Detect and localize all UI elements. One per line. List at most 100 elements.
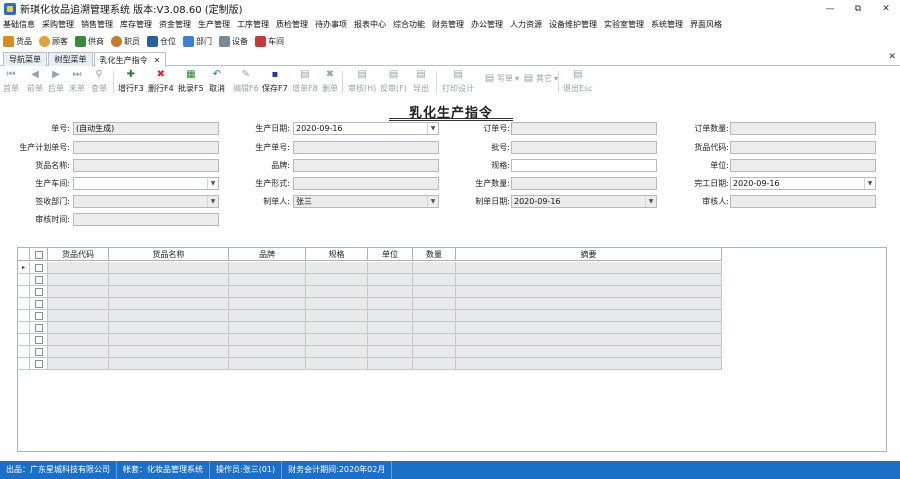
grid-cell[interactable] xyxy=(413,274,456,286)
grid-cell[interactable] xyxy=(368,358,413,370)
grid-cell[interactable] xyxy=(413,334,456,346)
row-checkbox[interactable] xyxy=(34,275,43,284)
print-dropdown[interactable]: ▤ 写单 ▾ xyxy=(484,73,519,84)
col-brand[interactable]: 品牌 xyxy=(229,248,306,261)
grid-cell[interactable] xyxy=(306,298,368,310)
grid-cell[interactable] xyxy=(109,322,229,334)
table-row[interactable] xyxy=(18,298,722,310)
menu-general[interactable]: 综合功能 xyxy=(393,19,425,30)
row-checkbox-cell[interactable] xyxy=(30,262,48,274)
grid-cell[interactable] xyxy=(306,334,368,346)
product-code-field[interactable] xyxy=(730,141,876,154)
grid-cell[interactable] xyxy=(368,334,413,346)
grid-cell[interactable] xyxy=(456,310,722,322)
row-checkbox[interactable] xyxy=(34,263,43,272)
grid-cell[interactable] xyxy=(413,322,456,334)
menu-theme[interactable]: 界面风格 xyxy=(690,19,722,30)
grid-cell[interactable] xyxy=(48,346,109,358)
grid-cell[interactable] xyxy=(229,334,306,346)
order-num-field[interactable] xyxy=(511,122,657,135)
batch-no-field[interactable] xyxy=(511,141,657,154)
grid-cell[interactable] xyxy=(368,310,413,322)
delete-order-button[interactable]: ✖ 删单 xyxy=(322,69,338,94)
grid-cell[interactable] xyxy=(368,286,413,298)
auditor-field[interactable] xyxy=(730,195,876,208)
new-order-button[interactable]: ▤ 增单F8 xyxy=(292,69,318,94)
quick-workshop[interactable]: 车间 xyxy=(255,35,284,47)
creator-select[interactable]: 张三 ▼ xyxy=(293,195,439,208)
grid-cell[interactable] xyxy=(48,262,109,274)
grid-cell[interactable] xyxy=(109,358,229,370)
product-name-field[interactable] xyxy=(73,159,219,172)
row-checkbox-cell[interactable] xyxy=(30,346,48,358)
grid-cell[interactable] xyxy=(413,298,456,310)
row-checkbox-cell[interactable] xyxy=(30,286,48,298)
grid-cell[interactable] xyxy=(413,286,456,298)
grid-cell[interactable] xyxy=(413,346,456,358)
panel-close-icon[interactable]: ✕ xyxy=(888,52,896,62)
grid-cell[interactable] xyxy=(368,298,413,310)
row-checkbox-cell[interactable] xyxy=(30,322,48,334)
grid-cell[interactable] xyxy=(109,298,229,310)
grid-cell[interactable] xyxy=(109,262,229,274)
grid-cell[interactable] xyxy=(229,358,306,370)
grid-cell[interactable] xyxy=(368,274,413,286)
tab-tree-menu[interactable]: 树型菜单 xyxy=(48,52,93,66)
quick-customer[interactable]: 顾客 xyxy=(39,35,68,47)
prod-form-field[interactable] xyxy=(293,177,439,190)
grid-cell[interactable] xyxy=(456,346,722,358)
export-button[interactable]: ▤ 导出 xyxy=(413,69,429,94)
quick-device[interactable]: 设备 xyxy=(219,35,248,47)
receive-dept-select[interactable]: ▼ xyxy=(73,195,219,208)
table-row[interactable] xyxy=(18,310,722,322)
grid-cell[interactable] xyxy=(109,346,229,358)
menu-funds[interactable]: 资金管理 xyxy=(159,19,191,30)
grid-cell[interactable] xyxy=(368,322,413,334)
col-quantity[interactable]: 数量 xyxy=(413,248,456,261)
unit-field[interactable] xyxy=(730,159,876,172)
plan-no-field[interactable] xyxy=(73,141,219,154)
close-button[interactable]: ✕ xyxy=(872,0,900,17)
menu-process[interactable]: 工序管理 xyxy=(237,19,269,30)
menu-reports[interactable]: 报表中心 xyxy=(354,19,386,30)
menu-system[interactable]: 系统管理 xyxy=(651,19,683,30)
add-row-button[interactable]: ✚ 增行F3 xyxy=(118,69,144,94)
row-checkbox[interactable] xyxy=(34,287,43,296)
grid-cell[interactable] xyxy=(413,358,456,370)
grid-cell[interactable] xyxy=(456,274,722,286)
quick-staff[interactable]: 职员 xyxy=(111,35,140,47)
grid-cell[interactable] xyxy=(48,274,109,286)
grid-cell[interactable] xyxy=(48,334,109,346)
search-record-button[interactable]: ⚲ 查单 xyxy=(91,69,107,94)
menu-purchase[interactable]: 采购管理 xyxy=(42,19,74,30)
quick-department[interactable]: 部门 xyxy=(183,35,212,47)
table-row[interactable]: ▸ xyxy=(18,262,722,274)
print-design-button[interactable]: ▤ 打印设计 xyxy=(442,69,474,94)
unaudit-button[interactable]: ▤ 反审(F) xyxy=(380,69,407,94)
exit-button[interactable]: ▤ 退出Esc xyxy=(563,69,593,94)
prev-record-button[interactable]: ◀ 前单 xyxy=(27,69,43,94)
grid-cell[interactable] xyxy=(306,358,368,370)
workshop-select[interactable]: ▼ xyxy=(73,177,219,190)
grid-cell[interactable] xyxy=(109,334,229,346)
grid-cell[interactable] xyxy=(413,310,456,322)
restore-button[interactable]: ⧉ xyxy=(844,0,872,17)
col-spec[interactable]: 规格 xyxy=(306,248,368,261)
table-row[interactable] xyxy=(18,346,722,358)
grid-cell[interactable] xyxy=(306,262,368,274)
other-dropdown[interactable]: ▤ 其它 ▾ xyxy=(523,73,558,84)
menu-qc[interactable]: 质检管理 xyxy=(276,19,308,30)
menu-finance[interactable]: 财务管理 xyxy=(432,19,464,30)
grid-cell[interactable] xyxy=(456,358,722,370)
menu-basic-info[interactable]: 基础信息 xyxy=(3,19,35,30)
col-remark[interactable]: 摘要 xyxy=(456,248,722,261)
grid-cell[interactable] xyxy=(413,262,456,274)
grid-cell[interactable] xyxy=(48,298,109,310)
row-checkbox[interactable] xyxy=(34,347,43,356)
create-date-picker[interactable]: 2020-09-16 ▼ xyxy=(511,195,657,208)
row-checkbox[interactable] xyxy=(34,299,43,308)
tab-nav-menu[interactable]: 导航菜单 xyxy=(3,52,47,66)
tab-emulsion-order[interactable]: 乳化生产指令 ✕ xyxy=(94,52,166,67)
undo-button[interactable]: ↶ 取消 xyxy=(209,69,225,94)
col-product-code[interactable]: 货品代码 xyxy=(48,248,109,261)
